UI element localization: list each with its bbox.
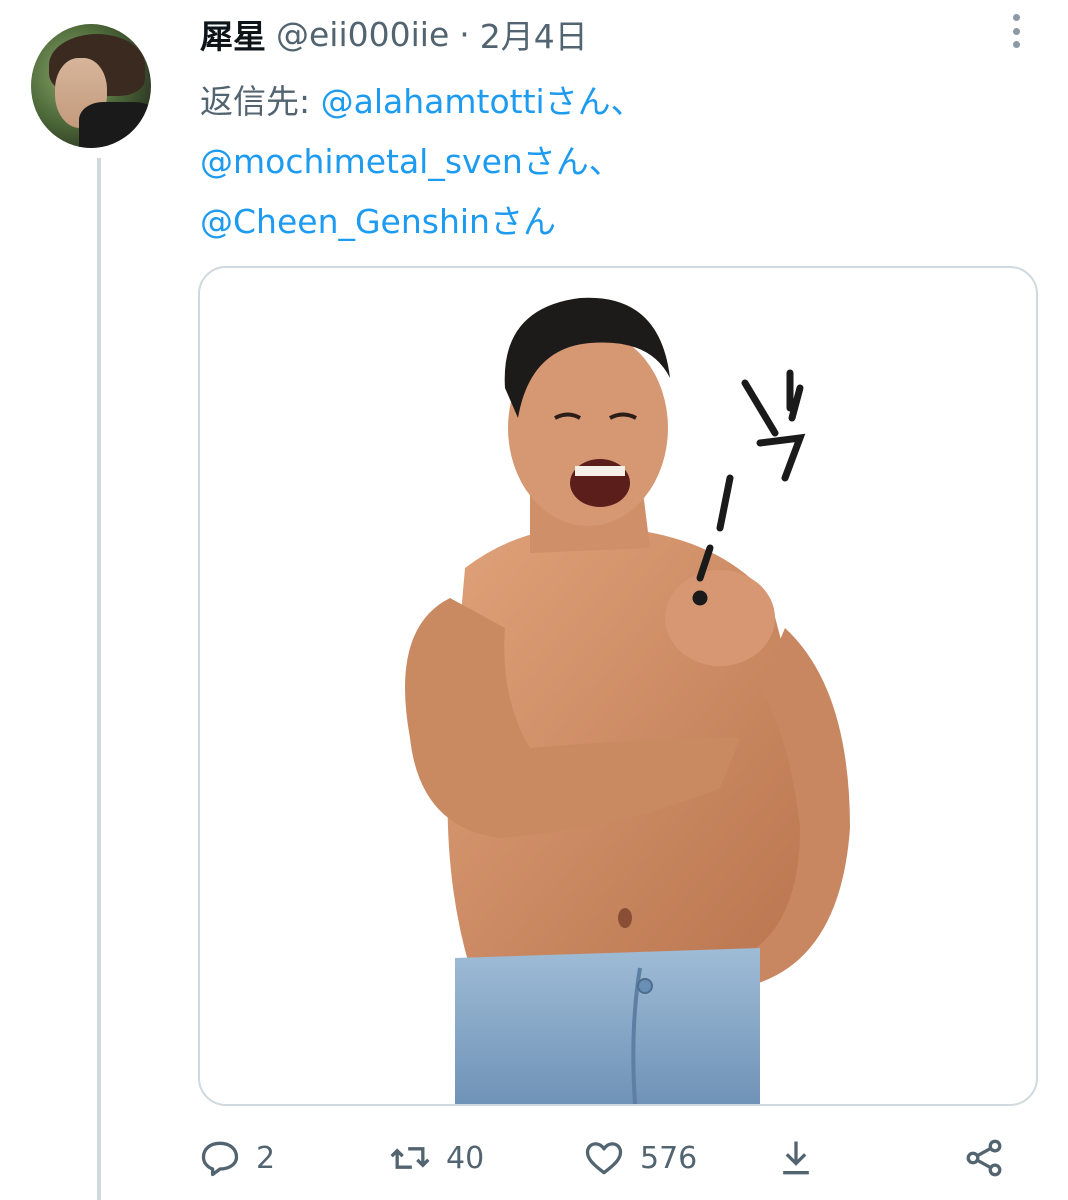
tweet-date[interactable]: 2月4日 (480, 10, 588, 58)
reply-button[interactable]: 2 (198, 1130, 275, 1186)
like-button[interactable]: 576 (582, 1130, 697, 1186)
like-count: 576 (640, 1140, 698, 1176)
avatar[interactable] (31, 24, 151, 148)
thread-line (97, 158, 101, 1200)
header-separator: · (459, 14, 470, 54)
mention-link[interactable]: @mochimetal_svenさん、 (200, 142, 622, 181)
retweet-count: 40 (446, 1140, 485, 1176)
tweet-actions: 2 40 576 (198, 1130, 1018, 1186)
share-button[interactable] (962, 1130, 1020, 1186)
retweet-icon (390, 1147, 430, 1169)
reply-count: 2 (256, 1140, 276, 1176)
mention-link[interactable]: @alahamtottiさん、 (321, 82, 644, 121)
reply-to-prefix: 返信先: (200, 82, 321, 121)
reply-icon (201, 1141, 239, 1177)
author-handle[interactable]: @eii000iie (276, 15, 449, 54)
more-vertical-icon[interactable] (1008, 14, 1024, 48)
author-name[interactable]: 犀星 (200, 10, 266, 58)
download-icon (783, 1141, 809, 1175)
mention-link[interactable]: @Cheen_Genshinさん (200, 202, 556, 241)
tweet-media-image[interactable] (198, 266, 1038, 1106)
retweet-button[interactable]: 40 (388, 1130, 484, 1186)
download-button[interactable] (774, 1130, 832, 1186)
heart-icon (585, 1142, 623, 1175)
tweet-header: 犀星 @eii000iie · 2月4日 (200, 8, 588, 60)
reply-to-line: 返信先: @alahamtottiさん、 @mochimetal_svenさん、… (200, 72, 1020, 252)
share-icon (966, 1139, 1002, 1177)
